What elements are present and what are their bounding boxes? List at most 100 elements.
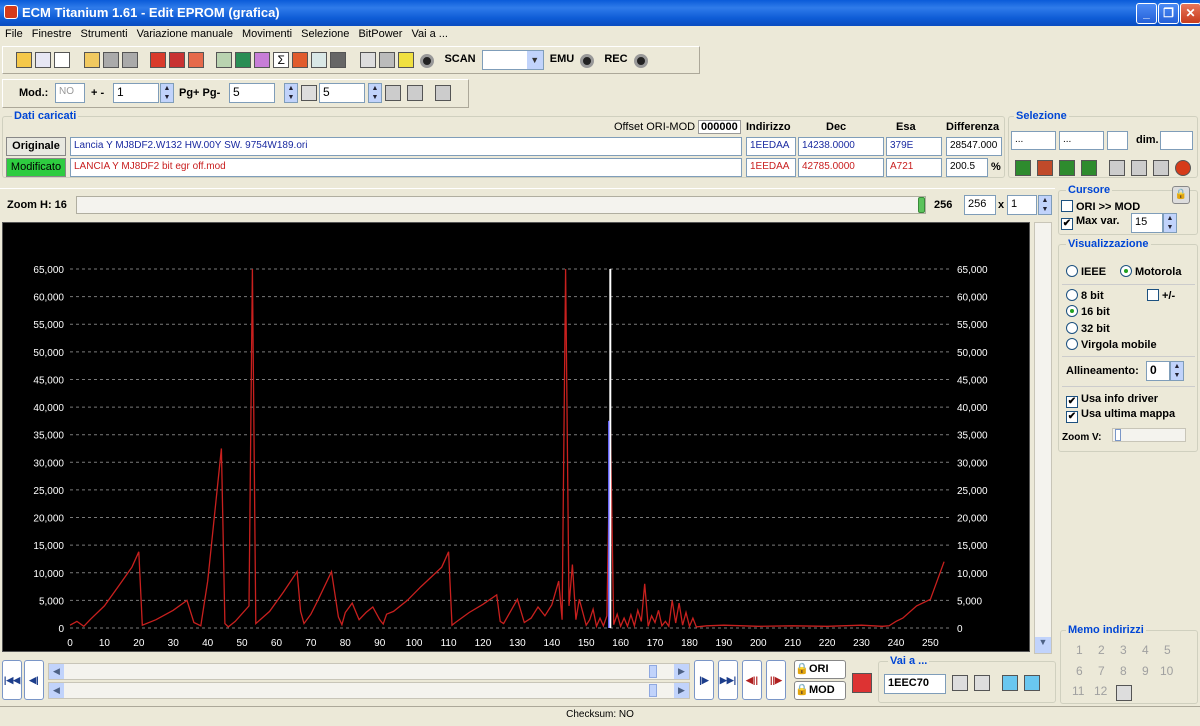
max-var-field[interactable]: 15 [1131, 213, 1163, 233]
selezione-start[interactable]: ... [1011, 131, 1056, 150]
emu-button-icon[interactable] [580, 54, 595, 68]
lock-icon[interactable]: 🔒 [1172, 186, 1190, 204]
view-m2-icon[interactable] [407, 85, 423, 101]
goto-icon[interactable] [952, 675, 968, 691]
sel-start-icon[interactable] [1015, 160, 1031, 176]
scroll-left-arrow[interactable]: ◀ [49, 664, 64, 679]
first-button[interactable]: |◀◀ [2, 660, 22, 700]
home-icon[interactable] [16, 52, 33, 68]
menu-strumenti[interactable]: Strumenti [75, 26, 131, 40]
scroll-right-arrow[interactable]: ▶ [674, 664, 689, 679]
windows-icon[interactable] [35, 52, 52, 68]
zoom-mult-spinner[interactable]: ▲ ▼ [1038, 195, 1052, 215]
mod-field[interactable]: NO [55, 83, 85, 103]
open-folder-icon[interactable] [84, 52, 101, 68]
minimize-button[interactable]: _ [1136, 3, 1157, 24]
p-field[interactable]: 5 [319, 83, 365, 103]
ieee-radio-dot[interactable] [1066, 265, 1078, 277]
zoom-v-thumb[interactable] [1115, 429, 1121, 441]
color-map-icon[interactable] [292, 52, 309, 68]
battery-icon[interactable] [235, 52, 252, 68]
vai-a-field[interactable]: 1EEC70 [884, 674, 946, 694]
memo-11[interactable]: 11 [1072, 684, 1084, 698]
usa-ultima-checkbox[interactable]: ✔ Usa ultima mappa [1066, 408, 1175, 423]
usa-info-checkbox[interactable]: ✔ Usa info driver [1066, 393, 1158, 408]
ori-scrollbar[interactable]: ◀ ▶ [48, 663, 690, 680]
zoom-value-field[interactable]: 256 [964, 195, 996, 215]
rec-button-icon[interactable] [633, 54, 648, 68]
16bit-radio[interactable]: 16 bit [1066, 305, 1110, 318]
32bit-radio-dot[interactable] [1066, 322, 1078, 334]
p-spinner[interactable]: ▲ ▼ [368, 83, 382, 103]
copy-icon[interactable] [216, 52, 233, 68]
virgola-radio[interactable]: Virgola mobile [1066, 338, 1157, 351]
p-icon[interactable] [301, 85, 317, 101]
save-as-icon[interactable] [122, 52, 139, 68]
memo-save-icon[interactable] [1116, 685, 1132, 701]
motorola-radio-dot[interactable] [1120, 265, 1132, 277]
memo-4[interactable]: 4 [1142, 643, 1149, 657]
scroll-left-arrow[interactable]: ◀ [49, 683, 64, 698]
maximize-button[interactable]: ❐ [1158, 3, 1179, 24]
last-button[interactable]: ▶▶| [718, 660, 738, 700]
plusminus-checkbox[interactable]: +/- [1147, 289, 1175, 302]
menu-finestre[interactable]: Finestre [27, 26, 76, 40]
sel-e-icon[interactable] [1081, 160, 1097, 176]
view-m-icon[interactable] [385, 85, 401, 101]
ori-mod-box[interactable] [1061, 200, 1073, 212]
step-spinner[interactable]: ▲ ▼ [160, 83, 174, 103]
run-icon[interactable] [398, 52, 415, 68]
memo-8[interactable]: 8 [1120, 664, 1127, 678]
memo-12[interactable]: 12 [1094, 684, 1107, 698]
usa-info-box[interactable]: ✔ [1066, 396, 1078, 408]
zoom-mult-field[interactable]: 1 [1007, 195, 1037, 215]
sel-h-icon[interactable] [1059, 160, 1075, 176]
scan-select[interactable]: ▼ [481, 50, 544, 70]
graph-panel[interactable]: 0 0 5,000 5,000 10,000 10,000 15,000 15,000 20,0… [2, 222, 1030, 652]
memo-7[interactable]: 7 [1098, 664, 1105, 678]
ori-button[interactable]: 🔒ORI [794, 660, 846, 679]
memo-3[interactable]: 3 [1120, 643, 1127, 657]
checksum-icon[interactable] [150, 52, 167, 68]
calc-icon[interactable] [169, 52, 186, 68]
plusminus-box[interactable] [1147, 289, 1159, 301]
memo-1[interactable]: 1 [1076, 643, 1083, 657]
prev-diff-button[interactable]: ◀|| [742, 660, 762, 700]
step-field[interactable]: 1 [113, 83, 159, 103]
max-var-box[interactable]: ✔ [1061, 218, 1073, 230]
chart-icon[interactable] [311, 52, 328, 68]
arrow-right-icon[interactable] [1024, 675, 1040, 691]
ori-scroll-thumb[interactable] [649, 665, 657, 678]
selezione-extra[interactable] [1107, 131, 1128, 150]
eprom-line-chart[interactable]: 0 05,000 5,00010,000 10,00015,000 15,00020,0… [3, 223, 1031, 653]
vertical-scrollbar[interactable]: ▼ [1034, 222, 1052, 654]
prev-button[interactable]: ◀| [24, 660, 44, 700]
virgola-radio-dot[interactable] [1066, 338, 1078, 350]
sel-reset-icon[interactable] [1175, 160, 1191, 176]
scroll-down-arrow[interactable]: ▼ [1035, 637, 1051, 653]
max-var-checkbox[interactable]: ✔ Max var. [1061, 215, 1119, 230]
next-button[interactable]: |▶ [694, 660, 714, 700]
mod-button[interactable]: 🔒MOD [794, 681, 846, 700]
page-spinner[interactable]: ▲ ▼ [284, 83, 298, 103]
menu-bitpower[interactable]: BitPower [353, 26, 406, 40]
binoculars-icon[interactable] [330, 52, 347, 68]
sel-paste-icon[interactable] [1131, 160, 1147, 176]
menu-file[interactable]: File [0, 26, 27, 40]
view-t-icon[interactable] [435, 85, 451, 101]
goto-mod-icon[interactable] [974, 675, 990, 691]
memo-5[interactable]: 5 [1164, 643, 1171, 657]
sigma-icon[interactable]: Σ [273, 52, 290, 68]
8bit-radio-dot[interactable] [1066, 289, 1078, 301]
motorola-radio[interactable]: Motorola [1120, 265, 1181, 278]
8bit-radio[interactable]: 8 bit [1066, 289, 1104, 302]
memo-10[interactable]: 10 [1160, 664, 1173, 678]
page-field[interactable]: 5 [229, 83, 275, 103]
ori-mod-checkbox[interactable]: ORI >> MOD [1061, 200, 1140, 213]
ieee-radio[interactable]: IEEE [1066, 265, 1106, 278]
flag-icon[interactable] [852, 673, 872, 693]
menu-variazione-manuale[interactable]: Variazione manuale [132, 26, 237, 40]
zoom-v-slider[interactable] [1112, 428, 1186, 442]
memo-6[interactable]: 6 [1076, 664, 1083, 678]
window-icon[interactable] [360, 52, 377, 68]
